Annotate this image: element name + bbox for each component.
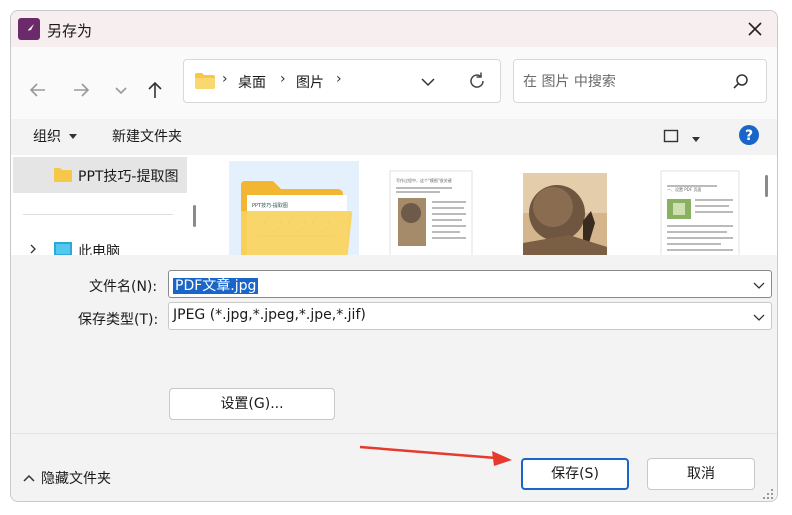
divider [23,214,173,215]
new-folder-button[interactable]: 新建文件夹 [112,126,182,146]
chevron-down-icon[interactable] [753,279,765,291]
breadcrumb-pictures[interactable]: 图片 [296,72,324,92]
help-icon: ? [739,125,759,145]
folder-icon [195,73,215,89]
file-list: PPT技巧-提取图 写作过程中，这个"模图"很关键 一、设置 PDF 页面 [205,155,777,261]
caret-down-icon [692,137,701,142]
breadcrumb-separator: › [222,71,228,87]
hide-folders-toggle[interactable]: 隐藏文件夹 [23,468,111,488]
file-thumbnail-document-2[interactable]: 一、设置 PDF 页面 [645,161,775,261]
sidebar-scrollbar-thumb[interactable] [193,205,196,227]
up-arrow-icon[interactable] [144,79,166,101]
organize-label: 组织 [33,129,61,145]
breadcrumb-separator: › [280,71,286,87]
save-as-dialog: 另存为 › 桌面 › 图片 › 在 图片 中搜索 组织 新建文件夹 ? PPT技… [10,10,778,502]
filename-value-wrap: PDF文章.jpg [173,275,259,295]
filetype-select[interactable]: JPEG (*.jpg,*.jpeg,*.jpe,*.jif) [168,302,772,330]
folder-icon [54,168,72,182]
title-bar: 另存为 [11,11,777,47]
recent-locations-chevron-down-icon[interactable] [110,79,132,101]
breadcrumb-desktop[interactable]: 桌面 [238,72,266,92]
filetype-value: JPEG (*.jpg,*.jpeg,*.jpe,*.jif) [173,307,366,323]
hide-folders-label: 隐藏文件夹 [41,471,111,487]
navigation-bar: › 桌面 › 图片 › [11,47,777,119]
help-button[interactable]: ? [738,124,760,150]
forward-button[interactable] [70,79,92,101]
view-options-button[interactable] [663,128,701,148]
file-thumbnail-document[interactable]: 写作过程中，这个"模图"很关键 [370,161,500,261]
address-bar[interactable]: › 桌面 › 图片 › [183,59,501,103]
navigation-pane: PPT技巧-提取图 此电脑 [11,155,187,260]
search-input[interactable] [523,71,723,93]
file-browser: PPT技巧-提取图 此电脑 PPT技巧-提取图 写作过程中，这个"模图"很关键 … [11,155,777,261]
chevron-down-icon[interactable] [753,311,765,323]
chevron-up-icon [23,474,35,482]
app-icon [18,18,40,40]
document-thumbnail [660,170,740,261]
filename-field[interactable]: PDF文章.jpg [168,270,772,298]
content-scrollbar-thumb[interactable] [765,175,768,197]
save-form: 文件名(N): PDF文章.jpg 保存类型(T): JPEG (*.jpg,*… [11,255,777,433]
filetype-label: 保存类型(T): [78,312,159,328]
window-title: 另存为 [47,22,93,40]
organize-menu[interactable]: 组织 [33,126,78,146]
document-thumbnail [389,170,473,261]
resize-grip-icon[interactable] [762,488,774,500]
settings-button[interactable]: 设置(G)... [169,388,335,420]
chevron-right-icon[interactable] [28,243,38,255]
address-dropdown-chevron-down-icon[interactable] [420,74,436,90]
sidebar-item-label: PPT技巧-提取图 [78,169,179,185]
document-heading-text: 一、设置 PDF 页面 [667,187,702,192]
filename-label: 文件名(N): [89,279,158,295]
filename-value: PDF文章.jpg [173,278,259,294]
command-bar: 组织 新建文件夹 ? [11,119,777,155]
refresh-icon[interactable] [467,71,487,91]
view-icon [663,129,679,143]
file-thumbnail-photo[interactable] [509,161,639,261]
svg-text:?: ? [745,128,753,144]
back-button[interactable] [27,79,49,101]
breadcrumb-separator: › [336,71,342,87]
search-box[interactable] [513,59,767,103]
caret-down-icon [69,134,78,139]
document-heading-text: 写作过程中，这个"模图"很关键 [396,178,452,183]
file-thumbnail-folder[interactable]: PPT技巧-提取图 [229,161,359,261]
photo-thumbnail [523,173,607,261]
save-button[interactable]: 保存(S) [521,458,629,490]
card-title-text: PPT技巧-提取图 [252,203,288,209]
dialog-footer: 隐藏文件夹 保存(S) 取消 [11,433,777,501]
cancel-button[interactable]: 取消 [647,458,755,490]
sidebar-item-ppt-folder[interactable]: PPT技巧-提取图 [13,157,187,193]
search-icon[interactable] [732,73,750,91]
folder-thumbnail-icon [241,181,353,261]
close-icon[interactable] [745,19,765,39]
